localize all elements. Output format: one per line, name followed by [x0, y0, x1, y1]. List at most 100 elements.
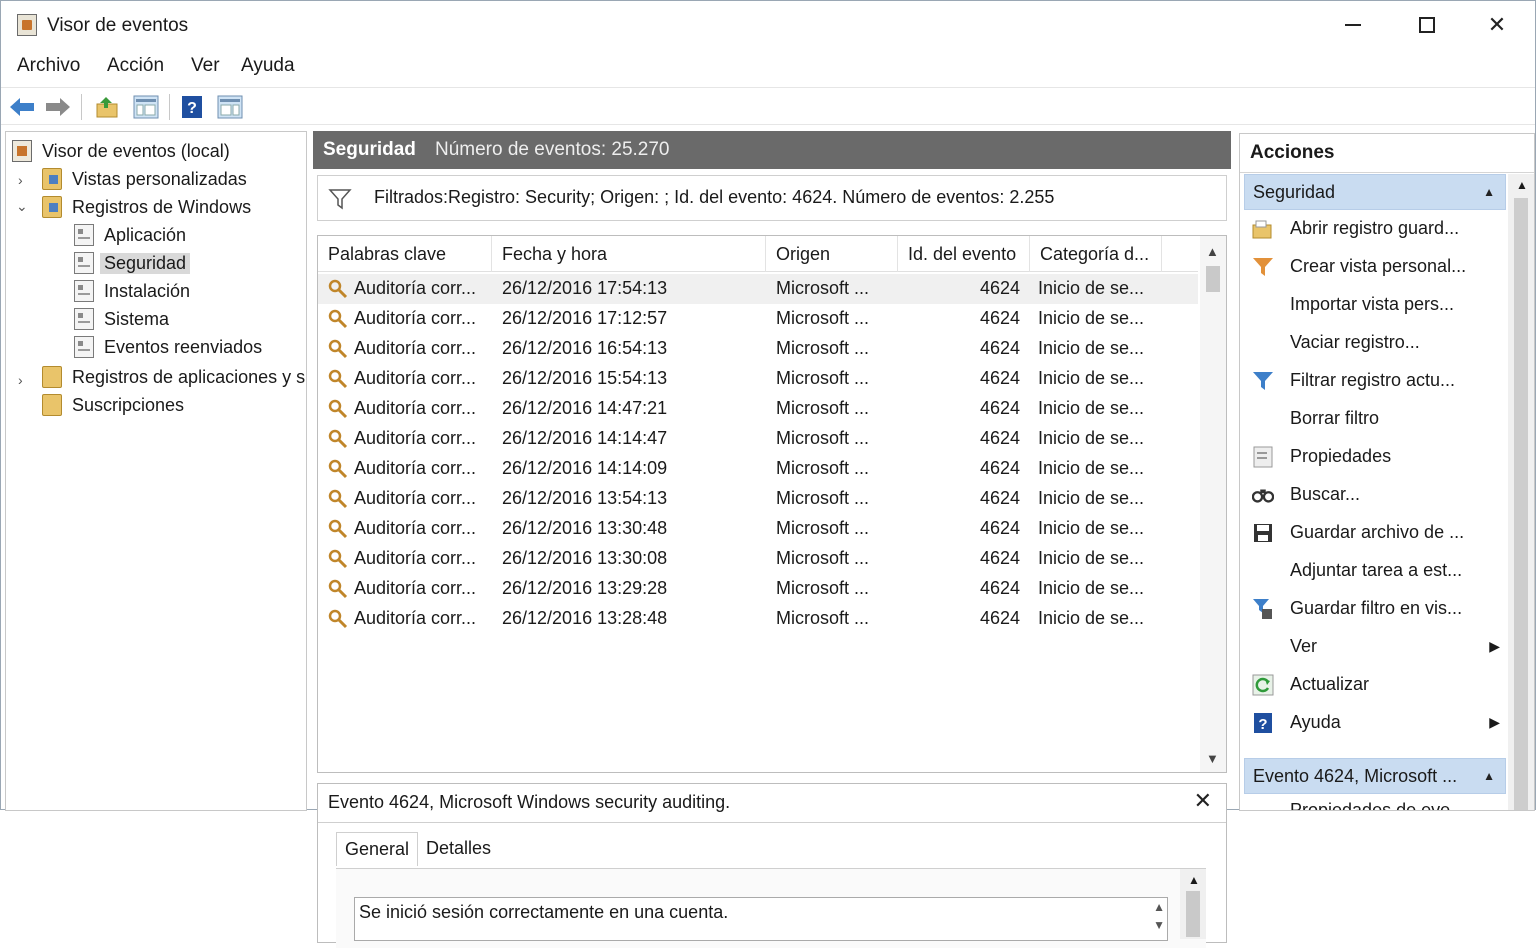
- close-button[interactable]: ✕: [1467, 5, 1527, 45]
- collapse-icon: ▲: [1483, 185, 1495, 199]
- scroll-up-icon[interactable]: ▲: [1188, 873, 1200, 887]
- action-item[interactable]: Vaciar registro...: [1240, 326, 1506, 360]
- tree-item-suscripciones[interactable]: Suscripciones: [42, 392, 184, 418]
- actions-section-seguridad[interactable]: Seguridad ▲: [1244, 174, 1506, 210]
- action-item[interactable]: Propiedades: [1240, 440, 1506, 474]
- tree-root[interactable]: Visor de eventos (local): [12, 138, 230, 164]
- show-hide-tree-button[interactable]: [131, 92, 161, 122]
- action-item[interactable]: ? Ayuda ▶: [1240, 706, 1506, 740]
- table-row[interactable]: Auditoría corr... 26/12/2016 13:30:48 Micr…: [318, 514, 1198, 544]
- actions-title: Acciones: [1250, 142, 1335, 163]
- svg-text:?: ?: [1258, 716, 1267, 733]
- action-item[interactable]: Buscar...: [1240, 478, 1506, 512]
- event-message-box[interactable]: Se inició sesión correctamente en una cu…: [354, 897, 1168, 941]
- column-header-event-id[interactable]: Id. del evento: [898, 236, 1030, 272]
- tree-item-sistema[interactable]: Sistema: [74, 306, 169, 332]
- actions-section-event[interactable]: Evento 4624, Microsoft ... ▲: [1244, 758, 1506, 794]
- action-item[interactable]: Filtrar registro actu...: [1240, 364, 1506, 398]
- cell-id: 4624: [979, 458, 1020, 478]
- action-item[interactable]: Borrar filtro: [1240, 402, 1506, 436]
- folder-icon: [42, 196, 62, 218]
- action-item[interactable]: Guardar filtro en vis...: [1240, 592, 1506, 626]
- cell-datetime: 26/12/2016 13:28:48: [502, 608, 668, 628]
- cell-keywords: Auditoría corr...: [354, 368, 477, 388]
- action-item-event-properties[interactable]: Propiedades de eve...: [1240, 794, 1506, 810]
- table-row[interactable]: Auditoría corr... 26/12/2016 13:30:08 Micr…: [318, 544, 1198, 574]
- menu-accion[interactable]: Acción: [107, 55, 164, 77]
- show-hide-action-button[interactable]: [215, 92, 245, 122]
- message-scroll-arrows[interactable]: ▲ ▼: [1153, 898, 1165, 934]
- table-row[interactable]: Auditoría corr... 26/12/2016 13:29:28 Micr…: [318, 574, 1198, 604]
- help-icon: ?: [182, 96, 202, 118]
- menu-archivo[interactable]: Archivo: [17, 55, 80, 77]
- chevron-down-icon[interactable]: ⌄: [16, 198, 28, 215]
- refresh-icon: [1252, 674, 1274, 696]
- cell-source: Microsoft ...: [776, 548, 870, 568]
- table-row[interactable]: Auditoría corr... 26/12/2016 17:54:13 Micr…: [318, 274, 1198, 304]
- tree-item-windows-logs[interactable]: Registros de Windows: [42, 194, 251, 220]
- table-row[interactable]: Auditoría corr... 26/12/2016 17:12:57 Micr…: [318, 304, 1198, 334]
- tree-item-app-logs[interactable]: Registros de aplicaciones y s: [42, 364, 305, 390]
- audit-success-key-icon: [328, 339, 348, 359]
- event-count: Número de eventos: 25.270: [435, 139, 670, 160]
- log-name: Seguridad: [323, 139, 416, 160]
- minimize-button[interactable]: [1323, 5, 1383, 45]
- action-item[interactable]: Actualizar: [1240, 668, 1506, 702]
- menu-ver[interactable]: Ver: [191, 55, 220, 77]
- table-row[interactable]: Auditoría corr... 26/12/2016 14:14:09 Micr…: [318, 454, 1198, 484]
- tree-item-custom-views[interactable]: Vistas personalizadas: [42, 166, 247, 192]
- table-row[interactable]: Auditoría corr... 26/12/2016 14:14:47 Micr…: [318, 424, 1198, 454]
- action-item[interactable]: Adjuntar tarea a est...: [1240, 554, 1506, 588]
- detail-scrollbar[interactable]: ▲: [1180, 869, 1206, 939]
- up-folder-button[interactable]: [93, 92, 123, 122]
- help-button[interactable]: ?: [177, 92, 207, 122]
- scroll-down-icon[interactable]: ▼: [1206, 751, 1219, 766]
- event-detail-pane: Evento 4624, Microsoft Windows security …: [317, 783, 1227, 948]
- action-label: Vaciar registro...: [1290, 332, 1420, 352]
- column-header-keywords[interactable]: Palabras clave: [318, 236, 492, 272]
- tree-item-eventos-reenviados[interactable]: Eventos reenviados: [74, 334, 262, 360]
- back-button[interactable]: [7, 92, 37, 122]
- column-header-category[interactable]: Categoría d...: [1030, 236, 1162, 272]
- table-row[interactable]: Auditoría corr... 26/12/2016 13:54:13 Micr…: [318, 484, 1198, 514]
- scroll-thumb[interactable]: [1186, 891, 1200, 937]
- chevron-right-icon[interactable]: ›: [18, 172, 23, 188]
- table-row[interactable]: Auditoría corr... 26/12/2016 15:54:13 Micr…: [318, 364, 1198, 394]
- tree-item-aplicacion[interactable]: Aplicación: [74, 222, 186, 248]
- chevron-right-icon[interactable]: ›: [18, 372, 23, 388]
- window-title: Visor de eventos: [47, 15, 189, 36]
- tree-item-instalacion[interactable]: Instalación: [74, 278, 190, 304]
- action-item[interactable]: Guardar archivo de ...: [1240, 516, 1506, 550]
- scroll-up-icon[interactable]: ▲: [1516, 178, 1528, 192]
- tree-item-label: Aplicación: [104, 224, 187, 245]
- submenu-arrow-icon: ▶: [1489, 714, 1500, 730]
- table-row[interactable]: Auditoría corr... 26/12/2016 14:47:21 Micr…: [318, 394, 1198, 424]
- scroll-thumb[interactable]: [1206, 266, 1220, 292]
- tree-item-seguridad[interactable]: Seguridad: [74, 250, 191, 276]
- action-item[interactable]: Abrir registro guard...: [1240, 212, 1506, 246]
- scroll-thumb[interactable]: [1514, 198, 1528, 810]
- submenu-arrow-icon: ▶: [1489, 638, 1500, 654]
- cell-datetime: 26/12/2016 14:14:09: [502, 458, 668, 478]
- menu-ayuda[interactable]: Ayuda: [241, 55, 295, 77]
- svg-text:?: ?: [187, 100, 197, 117]
- table-scrollbar[interactable]: ▲ ▼: [1200, 236, 1226, 772]
- column-header-source[interactable]: Origen: [766, 236, 898, 272]
- column-header-datetime[interactable]: Fecha y hora: [492, 236, 766, 272]
- tab-detalles[interactable]: Detalles: [418, 832, 499, 866]
- cell-source: Microsoft ...: [776, 458, 870, 478]
- action-item[interactable]: Importar vista pers...: [1240, 288, 1506, 322]
- close-detail-icon[interactable]: ✕: [1194, 788, 1212, 814]
- actions-scrollbar[interactable]: ▲: [1508, 174, 1534, 810]
- table-row[interactable]: Auditoría corr... 26/12/2016 13:28:48 Micr…: [318, 604, 1198, 634]
- up-folder-icon: [96, 97, 118, 118]
- tab-general[interactable]: General: [336, 832, 419, 866]
- maximize-button[interactable]: [1397, 5, 1457, 45]
- log-icon: [74, 336, 94, 358]
- action-item[interactable]: Crear vista personal...: [1240, 250, 1506, 284]
- forward-button[interactable]: [43, 92, 73, 122]
- scroll-up-icon[interactable]: ▲: [1206, 244, 1219, 259]
- action-item[interactable]: Ver ▶: [1240, 630, 1506, 664]
- audit-success-key-icon: [328, 489, 348, 509]
- table-row[interactable]: Auditoría corr... 26/12/2016 16:54:13 Micr…: [318, 334, 1198, 364]
